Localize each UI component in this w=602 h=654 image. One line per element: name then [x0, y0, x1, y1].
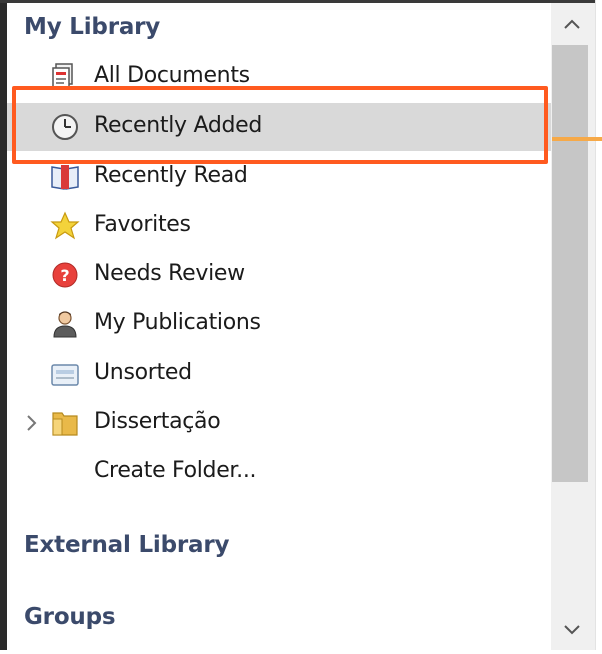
window-top-border: [0, 0, 602, 3]
sidebar-item-all-documents[interactable]: All Documents: [7, 53, 551, 101]
create-folder-label: Create Folder...: [94, 458, 257, 483]
chevron-right-icon[interactable]: [22, 411, 42, 435]
sidebar-item-label: Recently Read: [94, 163, 248, 188]
external-library-heading[interactable]: External Library: [24, 532, 229, 558]
sidebar-item-label: All Documents: [94, 63, 250, 88]
person-icon: [50, 309, 80, 339]
svg-text:?: ?: [60, 266, 69, 285]
chevron-down-icon: [564, 625, 580, 635]
star-icon: [50, 211, 80, 241]
my-library-heading[interactable]: My Library: [24, 14, 160, 40]
sidebar-item-label: Favorites: [94, 212, 191, 237]
clock-icon: [50, 112, 80, 142]
sidebar-item-recently-added[interactable]: Recently Added: [7, 103, 551, 151]
window-left-border: [0, 0, 7, 650]
open-book-icon: [50, 162, 80, 192]
sidebar-item-unsorted[interactable]: Unsorted: [7, 350, 551, 398]
sidebar-item-label: Recently Added: [94, 113, 263, 138]
sidebar-item-recently-read[interactable]: Recently Read: [7, 153, 551, 201]
sidebar-item-needs-review[interactable]: ? Needs Review: [7, 251, 551, 299]
groups-heading[interactable]: Groups: [24, 604, 116, 630]
scrollbar-thumb[interactable]: [552, 45, 588, 482]
sidebar-item-dissertacao[interactable]: Dissertação: [7, 399, 551, 447]
scroll-down-button[interactable]: [551, 608, 595, 650]
documents-icon: [50, 62, 80, 92]
tray-icon: [50, 359, 80, 389]
sidebar-item-my-publications[interactable]: My Publications: [7, 300, 551, 348]
create-folder-link[interactable]: Create Folder...: [7, 448, 551, 496]
folder-icon: [50, 408, 80, 438]
question-mark-icon: ?: [50, 260, 80, 290]
annotation-callout-line: [552, 137, 602, 141]
scroll-up-button[interactable]: [551, 3, 595, 45]
window-right-border: [595, 0, 602, 650]
sidebar-item-label: Dissertação: [94, 409, 221, 434]
sidebar-item-label: Unsorted: [94, 360, 192, 385]
sidebar-item-label: Needs Review: [94, 261, 245, 286]
sidebar-item-favorites[interactable]: Favorites: [7, 202, 551, 250]
sidebar-item-label: My Publications: [94, 310, 261, 335]
chevron-up-icon: [564, 19, 580, 29]
